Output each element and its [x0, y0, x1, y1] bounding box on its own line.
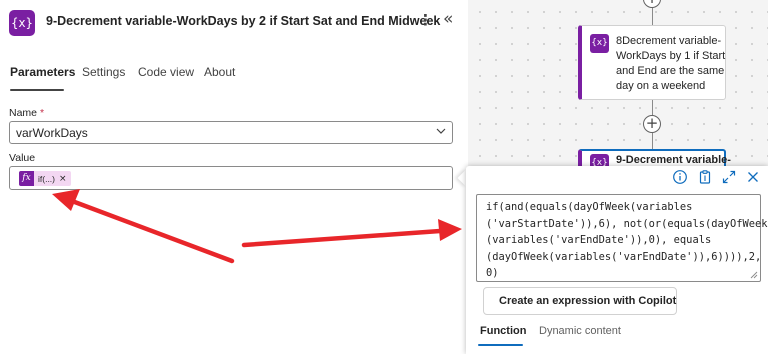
tab-code-view[interactable]: Code view — [138, 65, 194, 79]
remove-token-icon[interactable]: × — [59, 174, 67, 184]
clipboard-icon[interactable] — [697, 169, 713, 185]
name-dropdown-value: varWorkDays — [16, 126, 88, 140]
more-vertical-icon[interactable]: ⋮ — [418, 11, 433, 29]
tab-dynamic-content[interactable]: Dynamic content — [539, 325, 621, 337]
connector-line — [652, 133, 653, 150]
copilot-button-label: Create an expression with Copilot — [499, 295, 677, 307]
add-step-plus-icon[interactable]: + — [643, 0, 661, 8]
add-step-plus-icon[interactable]: + — [643, 115, 661, 133]
value-input[interactable]: fx if(...) × — [9, 166, 453, 190]
action-title[interactable]: 9-Decrement variable-WorkDays by 2 if St… — [46, 14, 440, 28]
expression-token[interactable]: fx if(...) × — [19, 171, 71, 186]
required-marker: * — [39, 107, 45, 119]
fx-icon: fx — [19, 171, 34, 186]
close-icon[interactable] — [745, 169, 761, 185]
chevron-down-icon — [436, 128, 446, 134]
tab-function[interactable]: Function — [480, 325, 526, 337]
resize-grip-icon[interactable] — [750, 271, 758, 279]
expression-editor[interactable]: if(and(equals(dayOfWeek(variables ('varSt… — [476, 194, 768, 282]
tab-settings[interactable]: Settings — [82, 65, 125, 79]
expression-token-label: if(...) — [38, 173, 55, 184]
name-dropdown[interactable]: varWorkDays — [9, 121, 453, 144]
expression-text: if(and(equals(dayOfWeek(variables ('varSt… — [486, 201, 768, 279]
active-tab-indicator — [10, 89, 64, 91]
tab-parameters[interactable]: Parameters — [10, 65, 75, 79]
action-details-panel: {x} 9-Decrement variable-WorkDays by 2 i… — [0, 0, 468, 354]
copilot-expression-button[interactable]: Create an expression with Copilot — [483, 287, 677, 315]
connector-line — [652, 100, 653, 115]
flow-card-title: 9-Decrement variable- — [616, 154, 731, 166]
info-icon[interactable] — [672, 169, 688, 185]
connector-line — [652, 8, 653, 25]
variable-icon: {x} — [9, 10, 35, 36]
double-chevron-left-icon[interactable]: « — [443, 9, 453, 29]
expand-icon[interactable] — [721, 169, 737, 185]
flow-card-title: 8Decrement variable-WorkDays by 1 if Sta… — [616, 35, 726, 92]
value-field-label: Value — [9, 152, 36, 164]
name-field-label: Name * — [9, 107, 45, 119]
variable-icon: {x} — [590, 34, 609, 53]
active-tab-indicator — [478, 344, 523, 346]
expression-editor-popup: if(and(equals(dayOfWeek(variables ('varSt… — [466, 166, 768, 354]
tab-about[interactable]: About — [204, 65, 235, 79]
flow-card-decrement-8[interactable]: {x} 8Decrement variable-WorkDays by 1 if… — [578, 25, 726, 100]
